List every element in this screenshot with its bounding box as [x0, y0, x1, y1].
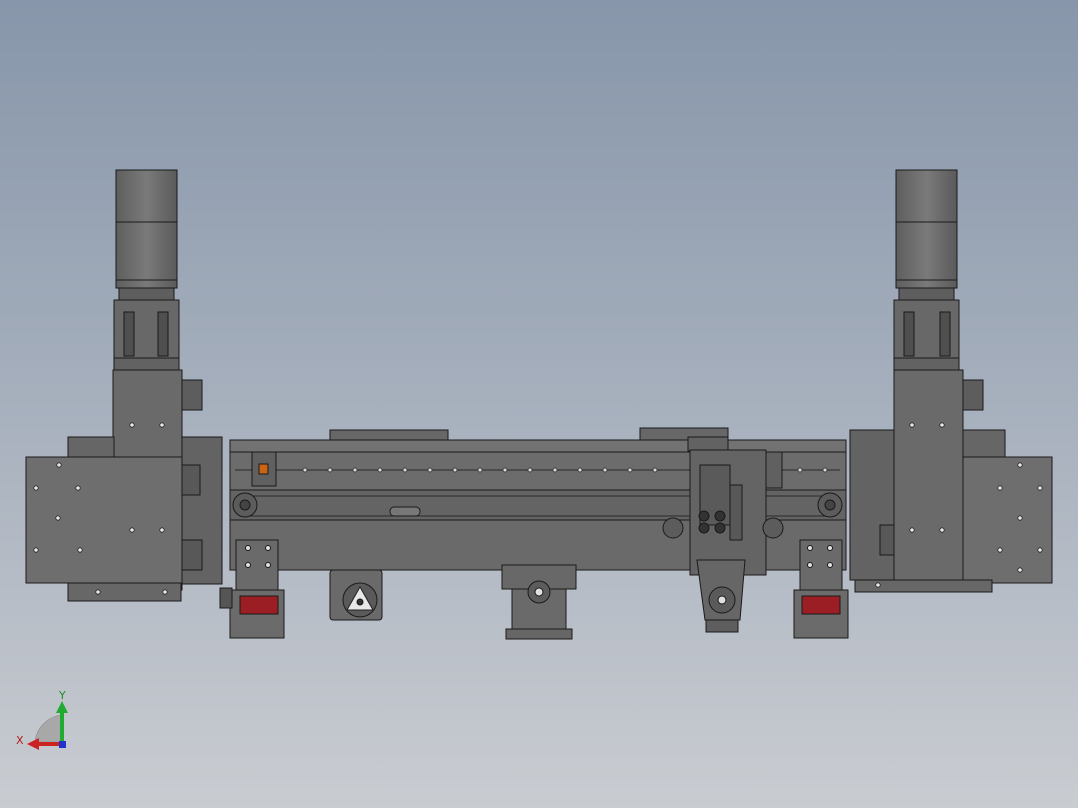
- left-servo-motor: [115, 169, 178, 289]
- right-motor-assembly: [849, 169, 1053, 593]
- cad-viewport[interactable]: Y X: [0, 0, 1078, 808]
- sensor-unit: [329, 569, 383, 621]
- right-guide-block: [793, 539, 849, 639]
- left-base-plate: [25, 456, 183, 584]
- right-vertical-bracket: [893, 369, 964, 591]
- triad-x-label: X: [16, 734, 24, 747]
- center-bearing-mount: [501, 564, 577, 640]
- right-servo-motor: [895, 169, 958, 289]
- model-view[interactable]: Y X: [0, 0, 1078, 808]
- left-motor-assembly: [25, 169, 223, 602]
- triad-y-label: Y: [58, 689, 66, 702]
- right-base-plate: [962, 456, 1053, 584]
- coordinate-triad-icon: Y X: [16, 689, 68, 750]
